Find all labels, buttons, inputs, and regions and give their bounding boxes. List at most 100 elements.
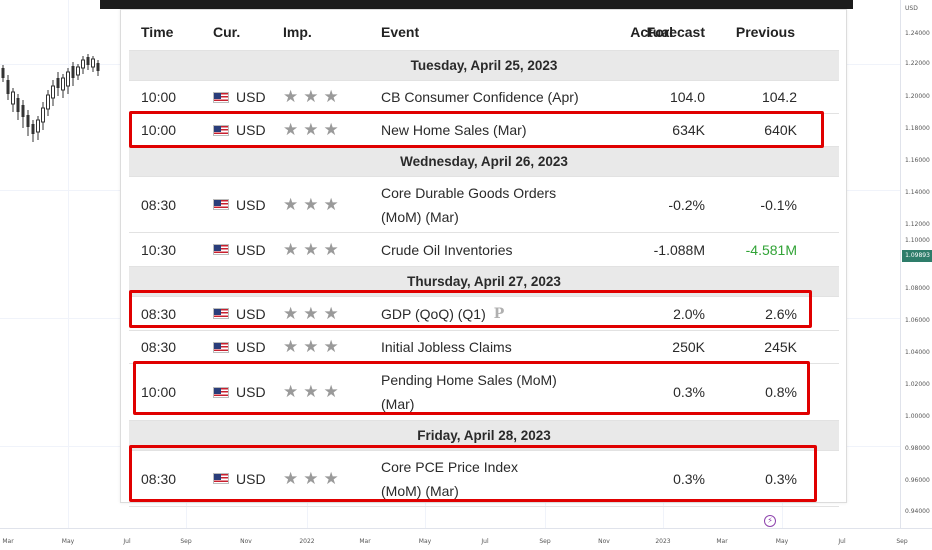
calendar-header-row: Time Cur. Imp. Event Actual Forecast Pre… xyxy=(129,14,839,51)
time-tick: Mar xyxy=(359,538,371,545)
star-icon: ★ xyxy=(303,303,319,324)
event-time: 10:00 xyxy=(141,122,177,138)
date-label: Thursday, April 27, 2023 xyxy=(407,274,561,289)
lightning-icon[interactable]: ⚡ xyxy=(764,515,776,527)
us-flag-icon xyxy=(213,244,229,255)
event-name[interactable]: CB Consumer Confidence (Apr) xyxy=(381,81,591,113)
price-tick: 1.12000 xyxy=(905,221,930,228)
us-flag-icon xyxy=(213,91,229,103)
event-previous: 104.2 xyxy=(761,89,797,105)
event-time: 08:30 xyxy=(141,196,177,213)
event-row[interactable]: 10:00 USD ★ ★ ★ CB Consumer Confidence (Ap… xyxy=(129,81,839,114)
time-tick: Nov xyxy=(598,538,610,545)
us-flag-icon xyxy=(213,473,229,484)
star-icon: ★ xyxy=(323,194,339,215)
star-icon: ★ xyxy=(303,239,319,260)
event-currency-cell: USD xyxy=(213,233,283,266)
event-name[interactable]: Core PCE Price Index (MoM) (Mar) xyxy=(381,451,561,506)
event-row[interactable]: 08:30 USD ★ ★ ★ Core Durable Goods Orders … xyxy=(129,177,839,233)
event-forecast: -0.2% xyxy=(668,196,705,213)
importance-stars: ★ ★ ★ xyxy=(283,364,373,420)
price-tick: 1.08000 xyxy=(905,285,930,292)
time-tick: Mar xyxy=(716,538,728,545)
time-tick: Jul xyxy=(838,538,846,545)
event-forecast: 250K xyxy=(672,339,705,355)
event-name[interactable]: New Home Sales (Mar) xyxy=(381,114,591,146)
price-tick: 1.04000 xyxy=(905,349,930,356)
date-row: Wednesday, April 26, 2023 xyxy=(129,147,839,177)
us-flag-icon xyxy=(213,386,229,398)
event-forecast: 0.3% xyxy=(673,384,705,400)
time-axis[interactable]: Mar May Jul Sep Nov 2022 Mar May Jul Sep… xyxy=(0,528,932,550)
star-icon: ★ xyxy=(303,120,319,140)
header-time[interactable]: Time xyxy=(141,14,201,50)
event-row[interactable]: 08:30 USD ★ ★ ★ GDP (QoQ) (Q1) P 2.0% 2.6% xyxy=(129,297,839,331)
star-icon: ★ xyxy=(283,120,299,140)
price-tick: 1.06000 xyxy=(905,317,930,324)
current-price-label: 1.09893 xyxy=(902,250,932,262)
star-icon: ★ xyxy=(303,194,319,215)
event-name[interactable]: GDP (QoQ) (Q1) xyxy=(381,302,486,326)
event-currency: USD xyxy=(236,470,266,487)
star-icon: ★ xyxy=(283,194,299,215)
date-row: Tuesday, April 25, 2023 xyxy=(129,51,839,81)
star-icon: ★ xyxy=(323,303,339,324)
star-icon: ★ xyxy=(303,468,319,489)
date-label: Friday, April 28, 2023 xyxy=(417,428,551,443)
time-tick: Sep xyxy=(896,538,908,545)
price-tick: 0.98000 xyxy=(905,445,930,452)
time-tick: 2023 xyxy=(655,538,671,545)
time-tick: Sep xyxy=(180,538,192,545)
header-previous[interactable]: Previous xyxy=(723,14,795,50)
price-tick: 1.10000 xyxy=(905,237,930,244)
event-row[interactable]: 08:30 USD ★ ★ ★ Initial Jobless Claims 250… xyxy=(129,331,839,364)
price-tick: 0.96000 xyxy=(905,477,930,484)
event-name[interactable]: Crude Oil Inventories xyxy=(381,233,591,266)
header-forecast[interactable]: Forecast xyxy=(637,14,705,50)
header-importance[interactable]: Imp. xyxy=(283,14,373,50)
time-tick: 2022 xyxy=(299,538,315,545)
event-time: 10:00 xyxy=(141,384,177,400)
price-tick: 1.02000 xyxy=(905,381,930,388)
event-previous: 0.3% xyxy=(765,470,797,487)
event-row[interactable]: 08:30 USD ★ ★ ★ Core PCE Price Index (MoM)… xyxy=(129,451,839,507)
star-icon: ★ xyxy=(323,468,339,489)
event-currency: USD xyxy=(236,241,266,258)
event-row[interactable]: 10:00 USD ★ ★ ★ Pending Home Sales (MoM) (… xyxy=(129,364,839,421)
price-tick: 1.00000 xyxy=(905,413,930,420)
event-name[interactable]: Initial Jobless Claims xyxy=(381,331,591,363)
candlestick-series xyxy=(1,54,100,142)
event-previous: 245K xyxy=(764,339,797,355)
time-tick: Sep xyxy=(539,538,551,545)
importance-stars: ★ ★ ★ xyxy=(283,297,373,330)
time-tick: Jul xyxy=(481,538,489,545)
price-tick: 1.16000 xyxy=(905,157,930,164)
header-event[interactable]: Event xyxy=(381,14,591,50)
event-time: 10:30 xyxy=(141,241,177,258)
price-tick: 1.24000 xyxy=(905,30,930,37)
header-currency[interactable]: Cur. xyxy=(213,14,283,50)
star-icon: ★ xyxy=(283,239,299,260)
price-axis[interactable]: USD 1.24000 1.22000 1.20000 1.18000 1.16… xyxy=(900,0,932,528)
event-row[interactable]: 10:00 USD ★ ★ ★ New Home Sales (Mar) 634K … xyxy=(129,114,839,147)
event-forecast: 104.0 xyxy=(669,89,705,105)
event-forecast: 2.0% xyxy=(673,305,705,322)
event-name[interactable]: Core Durable Goods Orders (MoM) (Mar) xyxy=(381,177,561,232)
star-icon: ★ xyxy=(323,120,339,140)
event-time: 08:30 xyxy=(141,470,177,487)
date-label: Tuesday, April 25, 2023 xyxy=(410,58,558,73)
importance-stars: ★ ★ ★ xyxy=(283,177,373,232)
event-name[interactable]: Pending Home Sales (MoM) (Mar) xyxy=(381,364,561,420)
star-icon: ★ xyxy=(303,382,319,402)
event-currency-cell: USD xyxy=(213,297,283,330)
time-tick: Mar xyxy=(2,538,14,545)
star-icon: ★ xyxy=(283,87,299,107)
event-time: 08:30 xyxy=(141,305,177,322)
price-axis-unit: USD xyxy=(905,5,918,12)
event-row[interactable]: 10:30 USD ★ ★ ★ Crude Oil Inventories -1.0… xyxy=(129,233,839,267)
event-time: 08:30 xyxy=(141,339,177,355)
event-currency-cell: USD xyxy=(213,364,283,420)
event-name-cell[interactable]: GDP (QoQ) (Q1) P xyxy=(381,297,591,330)
event-currency-cell: USD xyxy=(213,177,283,232)
time-tick: May xyxy=(418,538,432,545)
